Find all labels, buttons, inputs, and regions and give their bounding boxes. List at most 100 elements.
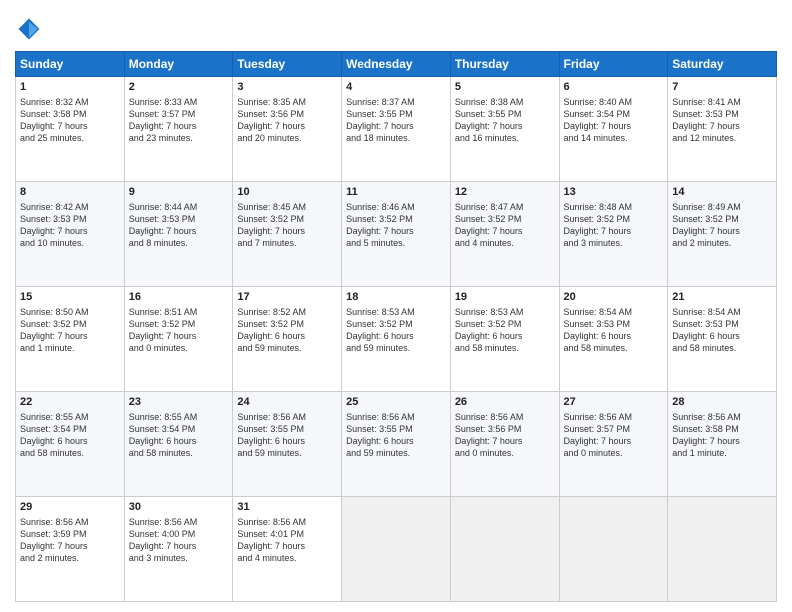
day-number: 25 — [346, 395, 446, 410]
day-info: Sunrise: 8:53 AM Sunset: 3:52 PM Dayligh… — [346, 306, 446, 355]
day-info: Sunrise: 8:37 AM Sunset: 3:55 PM Dayligh… — [346, 96, 446, 145]
day-info: Sunrise: 8:42 AM Sunset: 3:53 PM Dayligh… — [20, 201, 120, 250]
day-number: 4 — [346, 80, 446, 95]
day-info: Sunrise: 8:56 AM Sunset: 3:55 PM Dayligh… — [346, 411, 446, 460]
day-number: 14 — [672, 185, 772, 200]
weekday-header-wednesday: Wednesday — [342, 52, 451, 77]
day-info: Sunrise: 8:44 AM Sunset: 3:53 PM Dayligh… — [129, 201, 229, 250]
day-number: 7 — [672, 80, 772, 95]
day-number: 1 — [20, 80, 120, 95]
day-number: 24 — [237, 395, 337, 410]
calendar-cell — [668, 497, 777, 602]
day-number: 5 — [455, 80, 555, 95]
day-info: Sunrise: 8:48 AM Sunset: 3:52 PM Dayligh… — [564, 201, 664, 250]
calendar-cell: 24Sunrise: 8:56 AM Sunset: 3:55 PM Dayli… — [233, 392, 342, 497]
weekday-header-monday: Monday — [124, 52, 233, 77]
day-info: Sunrise: 8:56 AM Sunset: 3:55 PM Dayligh… — [237, 411, 337, 460]
calendar-cell: 21Sunrise: 8:54 AM Sunset: 3:53 PM Dayli… — [668, 287, 777, 392]
day-number: 29 — [20, 500, 120, 515]
day-number: 9 — [129, 185, 229, 200]
weekday-header-friday: Friday — [559, 52, 668, 77]
day-number: 21 — [672, 290, 772, 305]
calendar-cell: 5Sunrise: 8:38 AM Sunset: 3:55 PM Daylig… — [450, 77, 559, 182]
calendar-cell: 30Sunrise: 8:56 AM Sunset: 4:00 PM Dayli… — [124, 497, 233, 602]
calendar-cell: 28Sunrise: 8:56 AM Sunset: 3:58 PM Dayli… — [668, 392, 777, 497]
calendar-week-2: 8Sunrise: 8:42 AM Sunset: 3:53 PM Daylig… — [16, 182, 777, 287]
weekday-header-thursday: Thursday — [450, 52, 559, 77]
calendar-week-4: 22Sunrise: 8:55 AM Sunset: 3:54 PM Dayli… — [16, 392, 777, 497]
calendar-cell: 12Sunrise: 8:47 AM Sunset: 3:52 PM Dayli… — [450, 182, 559, 287]
calendar-cell: 3Sunrise: 8:35 AM Sunset: 3:56 PM Daylig… — [233, 77, 342, 182]
calendar-cell: 11Sunrise: 8:46 AM Sunset: 3:52 PM Dayli… — [342, 182, 451, 287]
day-info: Sunrise: 8:46 AM Sunset: 3:52 PM Dayligh… — [346, 201, 446, 250]
calendar-cell: 7Sunrise: 8:41 AM Sunset: 3:53 PM Daylig… — [668, 77, 777, 182]
day-number: 20 — [564, 290, 664, 305]
day-info: Sunrise: 8:49 AM Sunset: 3:52 PM Dayligh… — [672, 201, 772, 250]
day-number: 18 — [346, 290, 446, 305]
day-number: 6 — [564, 80, 664, 95]
day-info: Sunrise: 8:54 AM Sunset: 3:53 PM Dayligh… — [564, 306, 664, 355]
day-number: 22 — [20, 395, 120, 410]
logo — [15, 15, 47, 43]
day-number: 28 — [672, 395, 772, 410]
day-number: 17 — [237, 290, 337, 305]
day-info: Sunrise: 8:54 AM Sunset: 3:53 PM Dayligh… — [672, 306, 772, 355]
calendar-cell: 22Sunrise: 8:55 AM Sunset: 3:54 PM Dayli… — [16, 392, 125, 497]
day-number: 12 — [455, 185, 555, 200]
weekday-header-sunday: Sunday — [16, 52, 125, 77]
calendar-cell: 15Sunrise: 8:50 AM Sunset: 3:52 PM Dayli… — [16, 287, 125, 392]
calendar-cell — [450, 497, 559, 602]
calendar-cell: 16Sunrise: 8:51 AM Sunset: 3:52 PM Dayli… — [124, 287, 233, 392]
calendar-cell: 29Sunrise: 8:56 AM Sunset: 3:59 PM Dayli… — [16, 497, 125, 602]
day-info: Sunrise: 8:56 AM Sunset: 3:58 PM Dayligh… — [672, 411, 772, 460]
day-info: Sunrise: 8:50 AM Sunset: 3:52 PM Dayligh… — [20, 306, 120, 355]
calendar-cell: 26Sunrise: 8:56 AM Sunset: 3:56 PM Dayli… — [450, 392, 559, 497]
calendar-cell: 23Sunrise: 8:55 AM Sunset: 3:54 PM Dayli… — [124, 392, 233, 497]
calendar-cell: 10Sunrise: 8:45 AM Sunset: 3:52 PM Dayli… — [233, 182, 342, 287]
day-number: 3 — [237, 80, 337, 95]
calendar-week-3: 15Sunrise: 8:50 AM Sunset: 3:52 PM Dayli… — [16, 287, 777, 392]
page: SundayMondayTuesdayWednesdayThursdayFrid… — [0, 0, 792, 612]
day-info: Sunrise: 8:52 AM Sunset: 3:52 PM Dayligh… — [237, 306, 337, 355]
calendar-week-1: 1Sunrise: 8:32 AM Sunset: 3:58 PM Daylig… — [16, 77, 777, 182]
calendar-week-5: 29Sunrise: 8:56 AM Sunset: 3:59 PM Dayli… — [16, 497, 777, 602]
day-info: Sunrise: 8:33 AM Sunset: 3:57 PM Dayligh… — [129, 96, 229, 145]
day-info: Sunrise: 8:35 AM Sunset: 3:56 PM Dayligh… — [237, 96, 337, 145]
calendar-header-row: SundayMondayTuesdayWednesdayThursdayFrid… — [16, 52, 777, 77]
calendar-table: SundayMondayTuesdayWednesdayThursdayFrid… — [15, 51, 777, 602]
calendar-cell: 18Sunrise: 8:53 AM Sunset: 3:52 PM Dayli… — [342, 287, 451, 392]
day-number: 11 — [346, 185, 446, 200]
day-info: Sunrise: 8:56 AM Sunset: 3:56 PM Dayligh… — [455, 411, 555, 460]
weekday-header-saturday: Saturday — [668, 52, 777, 77]
calendar-cell: 19Sunrise: 8:53 AM Sunset: 3:52 PM Dayli… — [450, 287, 559, 392]
day-info: Sunrise: 8:38 AM Sunset: 3:55 PM Dayligh… — [455, 96, 555, 145]
day-info: Sunrise: 8:40 AM Sunset: 3:54 PM Dayligh… — [564, 96, 664, 145]
day-number: 27 — [564, 395, 664, 410]
weekday-header-tuesday: Tuesday — [233, 52, 342, 77]
calendar-body: 1Sunrise: 8:32 AM Sunset: 3:58 PM Daylig… — [16, 77, 777, 602]
day-info: Sunrise: 8:45 AM Sunset: 3:52 PM Dayligh… — [237, 201, 337, 250]
day-info: Sunrise: 8:56 AM Sunset: 4:01 PM Dayligh… — [237, 516, 337, 565]
day-info: Sunrise: 8:56 AM Sunset: 4:00 PM Dayligh… — [129, 516, 229, 565]
day-info: Sunrise: 8:53 AM Sunset: 3:52 PM Dayligh… — [455, 306, 555, 355]
calendar-cell: 4Sunrise: 8:37 AM Sunset: 3:55 PM Daylig… — [342, 77, 451, 182]
calendar-cell: 31Sunrise: 8:56 AM Sunset: 4:01 PM Dayli… — [233, 497, 342, 602]
day-number: 10 — [237, 185, 337, 200]
calendar-cell: 20Sunrise: 8:54 AM Sunset: 3:53 PM Dayli… — [559, 287, 668, 392]
calendar-cell: 13Sunrise: 8:48 AM Sunset: 3:52 PM Dayli… — [559, 182, 668, 287]
calendar-cell: 25Sunrise: 8:56 AM Sunset: 3:55 PM Dayli… — [342, 392, 451, 497]
day-info: Sunrise: 8:47 AM Sunset: 3:52 PM Dayligh… — [455, 201, 555, 250]
day-number: 23 — [129, 395, 229, 410]
calendar-cell: 9Sunrise: 8:44 AM Sunset: 3:53 PM Daylig… — [124, 182, 233, 287]
day-number: 26 — [455, 395, 555, 410]
day-info: Sunrise: 8:55 AM Sunset: 3:54 PM Dayligh… — [20, 411, 120, 460]
calendar-cell: 6Sunrise: 8:40 AM Sunset: 3:54 PM Daylig… — [559, 77, 668, 182]
day-info: Sunrise: 8:32 AM Sunset: 3:58 PM Dayligh… — [20, 96, 120, 145]
calendar-cell — [342, 497, 451, 602]
day-number: 13 — [564, 185, 664, 200]
calendar-cell: 17Sunrise: 8:52 AM Sunset: 3:52 PM Dayli… — [233, 287, 342, 392]
day-info: Sunrise: 8:41 AM Sunset: 3:53 PM Dayligh… — [672, 96, 772, 145]
day-number: 2 — [129, 80, 229, 95]
day-number: 8 — [20, 185, 120, 200]
calendar-cell: 1Sunrise: 8:32 AM Sunset: 3:58 PM Daylig… — [16, 77, 125, 182]
